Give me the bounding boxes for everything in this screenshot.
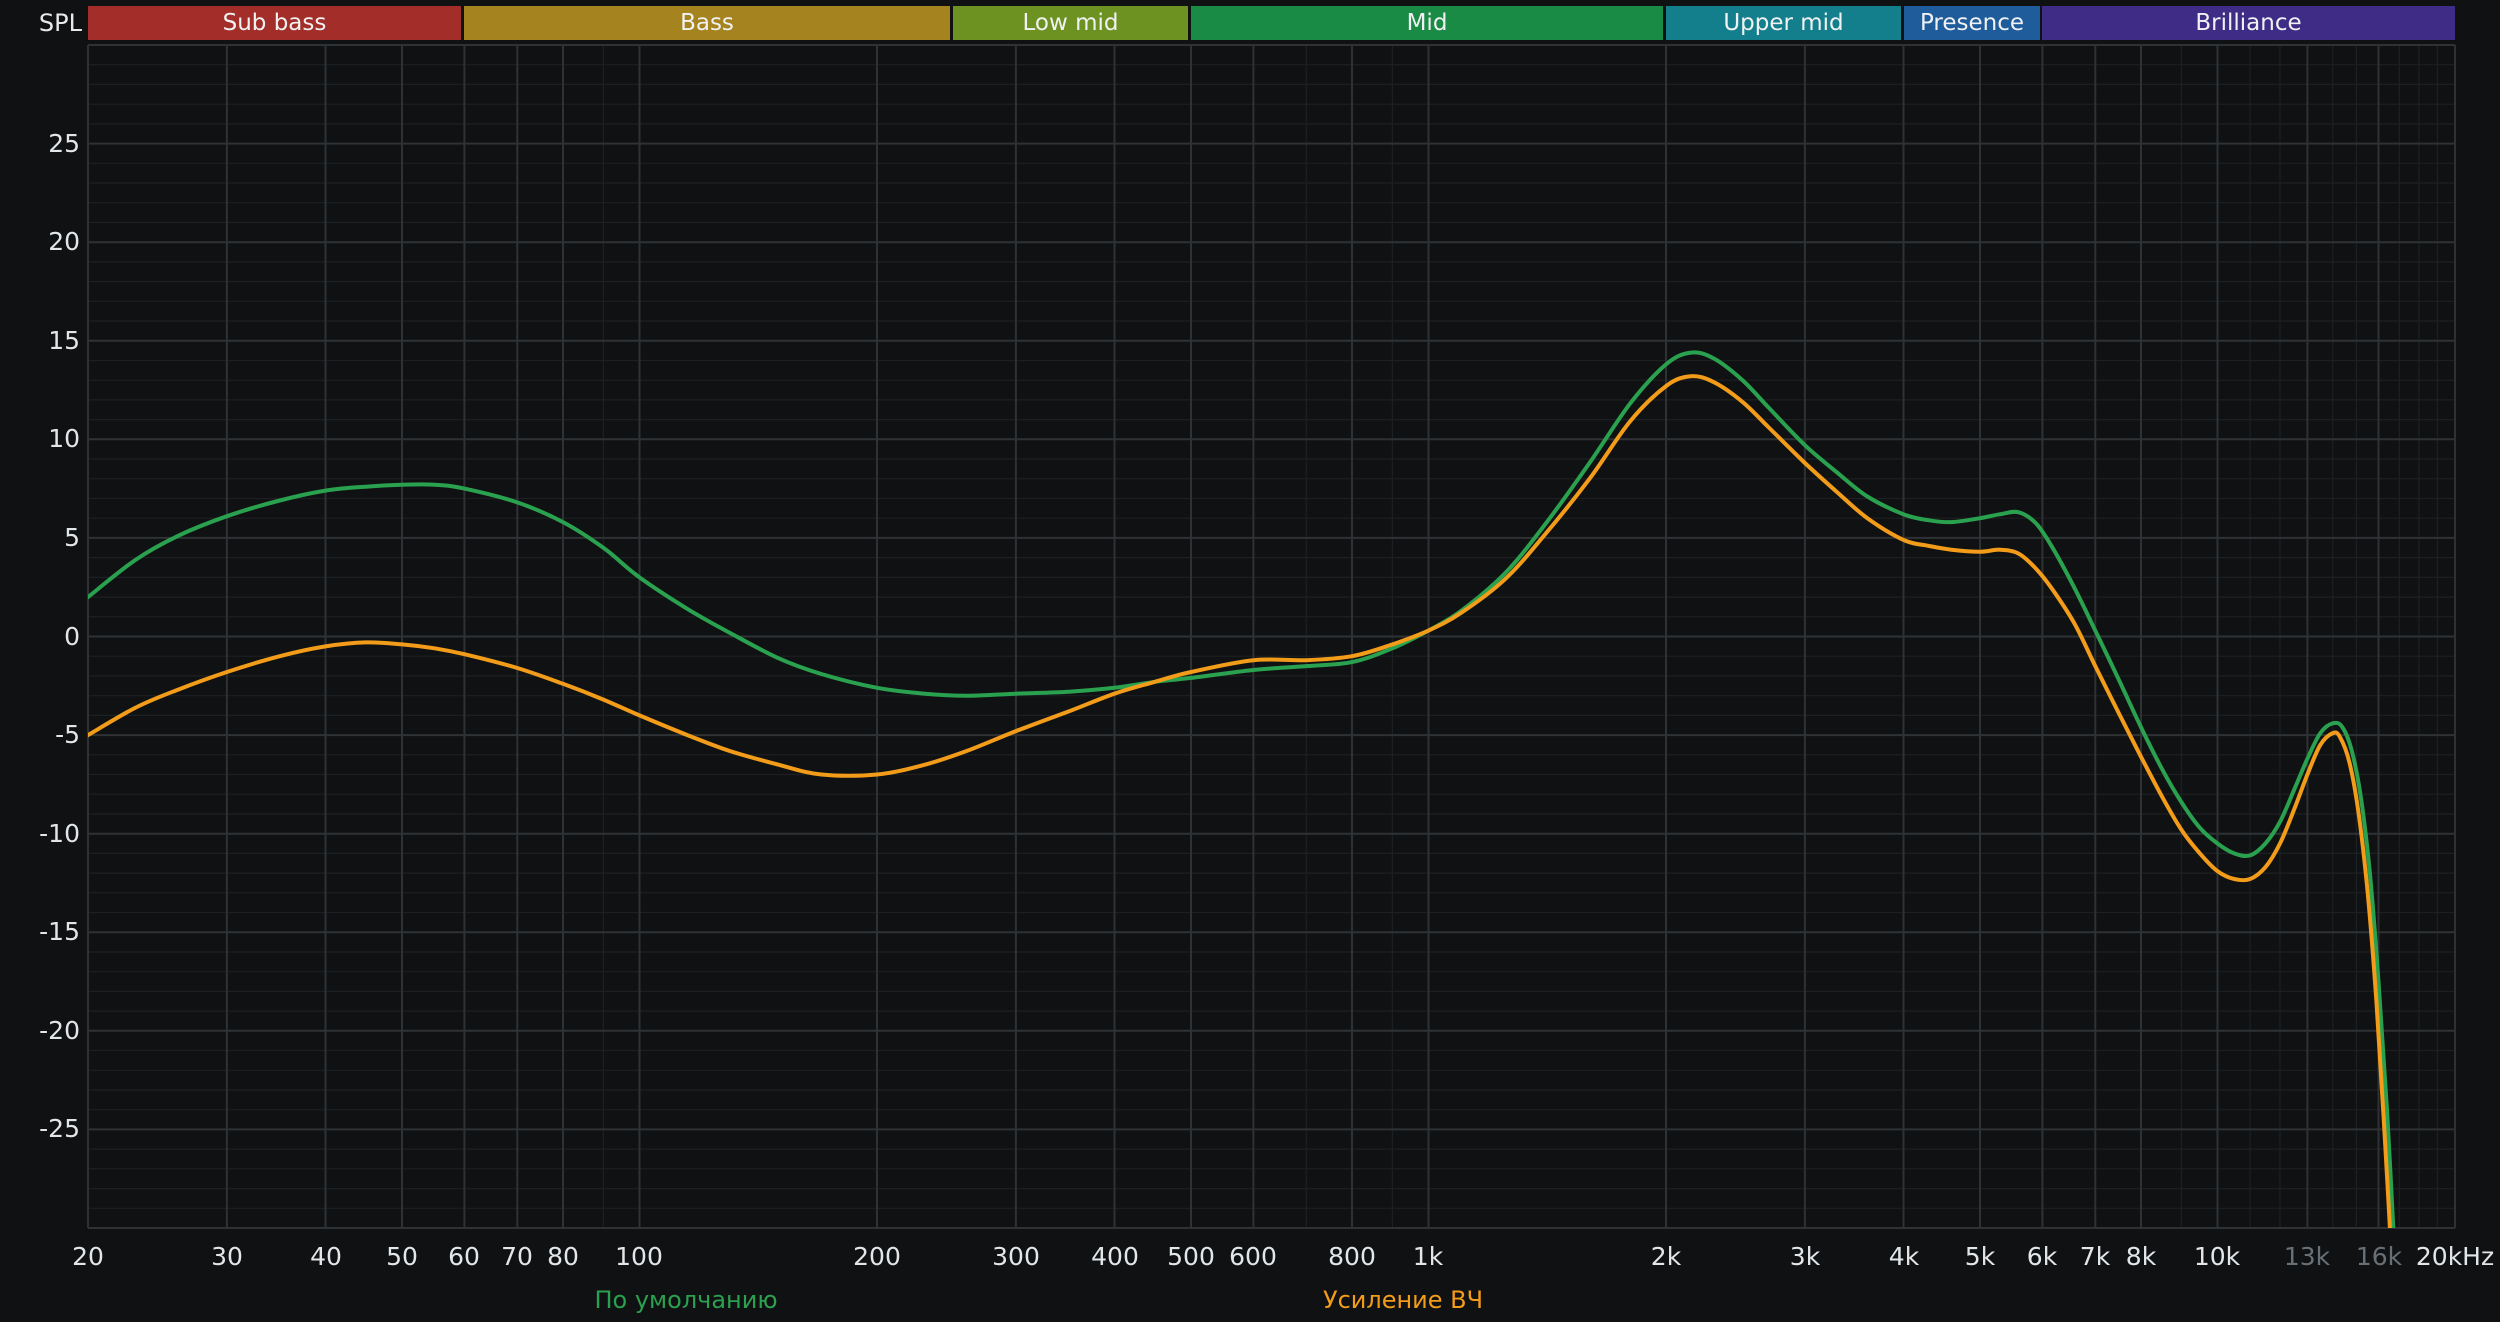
band-sub-bass: Sub bass xyxy=(88,6,461,40)
y-tick-label: 15 xyxy=(48,326,80,355)
frequency-response-chart: SPL Sub bass Bass Low mid Mid Upper mid Prese… xyxy=(0,0,2500,1322)
y-tick-label: -20 xyxy=(39,1016,80,1045)
band-label: Presence xyxy=(1919,10,2025,36)
y-tick-label: 0 xyxy=(64,622,80,651)
x-tick-label: 1k xyxy=(1412,1242,1444,1271)
y-tick-label: -5 xyxy=(55,720,80,749)
band-label: Upper mid xyxy=(1723,10,1844,36)
band-bass: Bass xyxy=(464,6,950,40)
plot-area xyxy=(87,44,2456,1229)
band-presence: Presence xyxy=(1904,6,2040,40)
y-tick-label: 10 xyxy=(48,424,80,453)
x-tick-label: 20 xyxy=(72,1242,104,1271)
band-label: Bass xyxy=(680,10,734,36)
y-tick-label: 25 xyxy=(48,129,80,158)
legend-item-0[interactable]: По умолчанию xyxy=(594,1286,777,1314)
legend-item-1[interactable]: Усиление ВЧ xyxy=(1323,1286,1483,1314)
band-mid: Mid xyxy=(1191,6,1663,40)
y-tick-label: -15 xyxy=(39,917,80,946)
x-tick-label: 2k xyxy=(1650,1242,1682,1271)
y-tick-label: -25 xyxy=(39,1114,80,1143)
y-tick-label: -10 xyxy=(39,819,80,848)
y-tick-label: 5 xyxy=(64,523,80,552)
x-tick-label: 100 xyxy=(615,1242,663,1271)
y-tick-label: 20 xyxy=(48,227,80,256)
band-label: Low mid xyxy=(1022,10,1119,36)
x-tick-label: 20kHz xyxy=(2415,1242,2495,1271)
band-label: Sub bass xyxy=(222,10,327,36)
band-label: Mid xyxy=(1406,10,1448,36)
series-curve-1 xyxy=(88,374,2392,1228)
band-low-mid: Low mid xyxy=(953,6,1188,40)
band-brilliance: Brilliance xyxy=(2042,6,2455,40)
band-upper-mid: Upper mid xyxy=(1666,6,1901,40)
band-label: Brilliance xyxy=(2195,10,2302,36)
x-tick-label: 200 xyxy=(853,1242,901,1271)
